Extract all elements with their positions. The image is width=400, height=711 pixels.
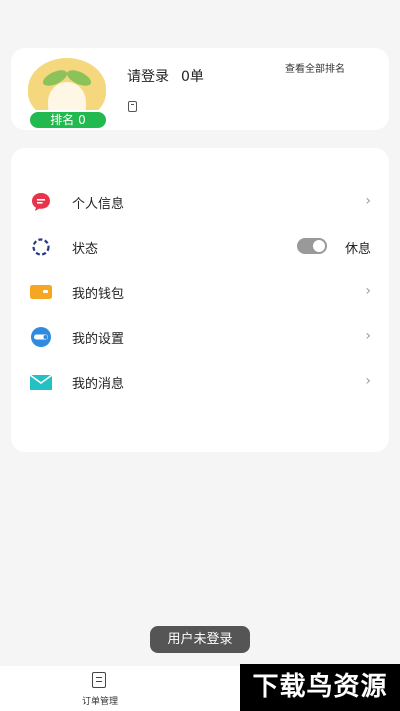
message-icon <box>32 193 50 211</box>
settings-toggle-icon <box>31 327 51 347</box>
menu-item-wallet[interactable]: 我的钱包 › <box>11 270 389 314</box>
view-all-ranking-link[interactable]: 查看全部排名 <box>285 60 345 75</box>
clipboard-icon <box>92 672 106 688</box>
menu-item-settings[interactable]: 我的设置 › <box>11 315 389 359</box>
menu-item-label: 我的设置 <box>72 332 125 347</box>
avatar[interactable]: 排名 0 <box>28 58 108 130</box>
status-toggle[interactable] <box>297 238 327 254</box>
login-row[interactable]: 请登录 0单 <box>127 66 204 86</box>
menu-item-label: 个人信息 <box>72 197 125 212</box>
nav-item-label: 订单管理 <box>81 697 118 707</box>
toggle-knob <box>313 240 325 252</box>
chevron-right-icon: › <box>365 373 371 389</box>
watermark-logo: 下载鸟资源 <box>240 664 400 711</box>
chevron-right-icon: › <box>365 328 371 344</box>
document-icon <box>128 101 137 112</box>
order-count: 0单 <box>181 69 204 85</box>
toast-message: 用户未登录 <box>150 626 250 653</box>
menu-item-personal-info[interactable]: 个人信息 › <box>11 180 389 224</box>
chevron-right-icon: › <box>365 283 371 299</box>
nav-item-order-management[interactable]: 订单管理 <box>60 670 140 710</box>
menu-item-messages[interactable]: 我的消息 › <box>11 360 389 404</box>
mail-icon <box>30 374 52 390</box>
rank-badge: 排名 0 <box>28 110 108 130</box>
menu-item-label: 我的钱包 <box>72 287 125 302</box>
menu-card: 个人信息 › 状态 休息 我的钱包 › 我的设置 › 我的消息 › <box>11 148 389 452</box>
page: 排名 0 请登录 0单 查看全部排名 个人信息 › 状态 休息 我的钱包 › 我… <box>0 0 400 711</box>
login-prompt[interactable]: 请登录 <box>127 69 169 85</box>
menu-item-label: 状态 <box>72 242 99 257</box>
menu-item-label: 我的消息 <box>72 377 125 392</box>
status-value: 休息 <box>344 242 371 257</box>
chevron-right-icon: › <box>365 193 371 209</box>
profile-card[interactable]: 排名 0 请登录 0单 查看全部排名 <box>11 48 389 130</box>
status-ring-icon <box>32 238 50 256</box>
menu-item-status[interactable]: 状态 休息 <box>11 225 389 269</box>
wallet-icon <box>30 285 52 299</box>
